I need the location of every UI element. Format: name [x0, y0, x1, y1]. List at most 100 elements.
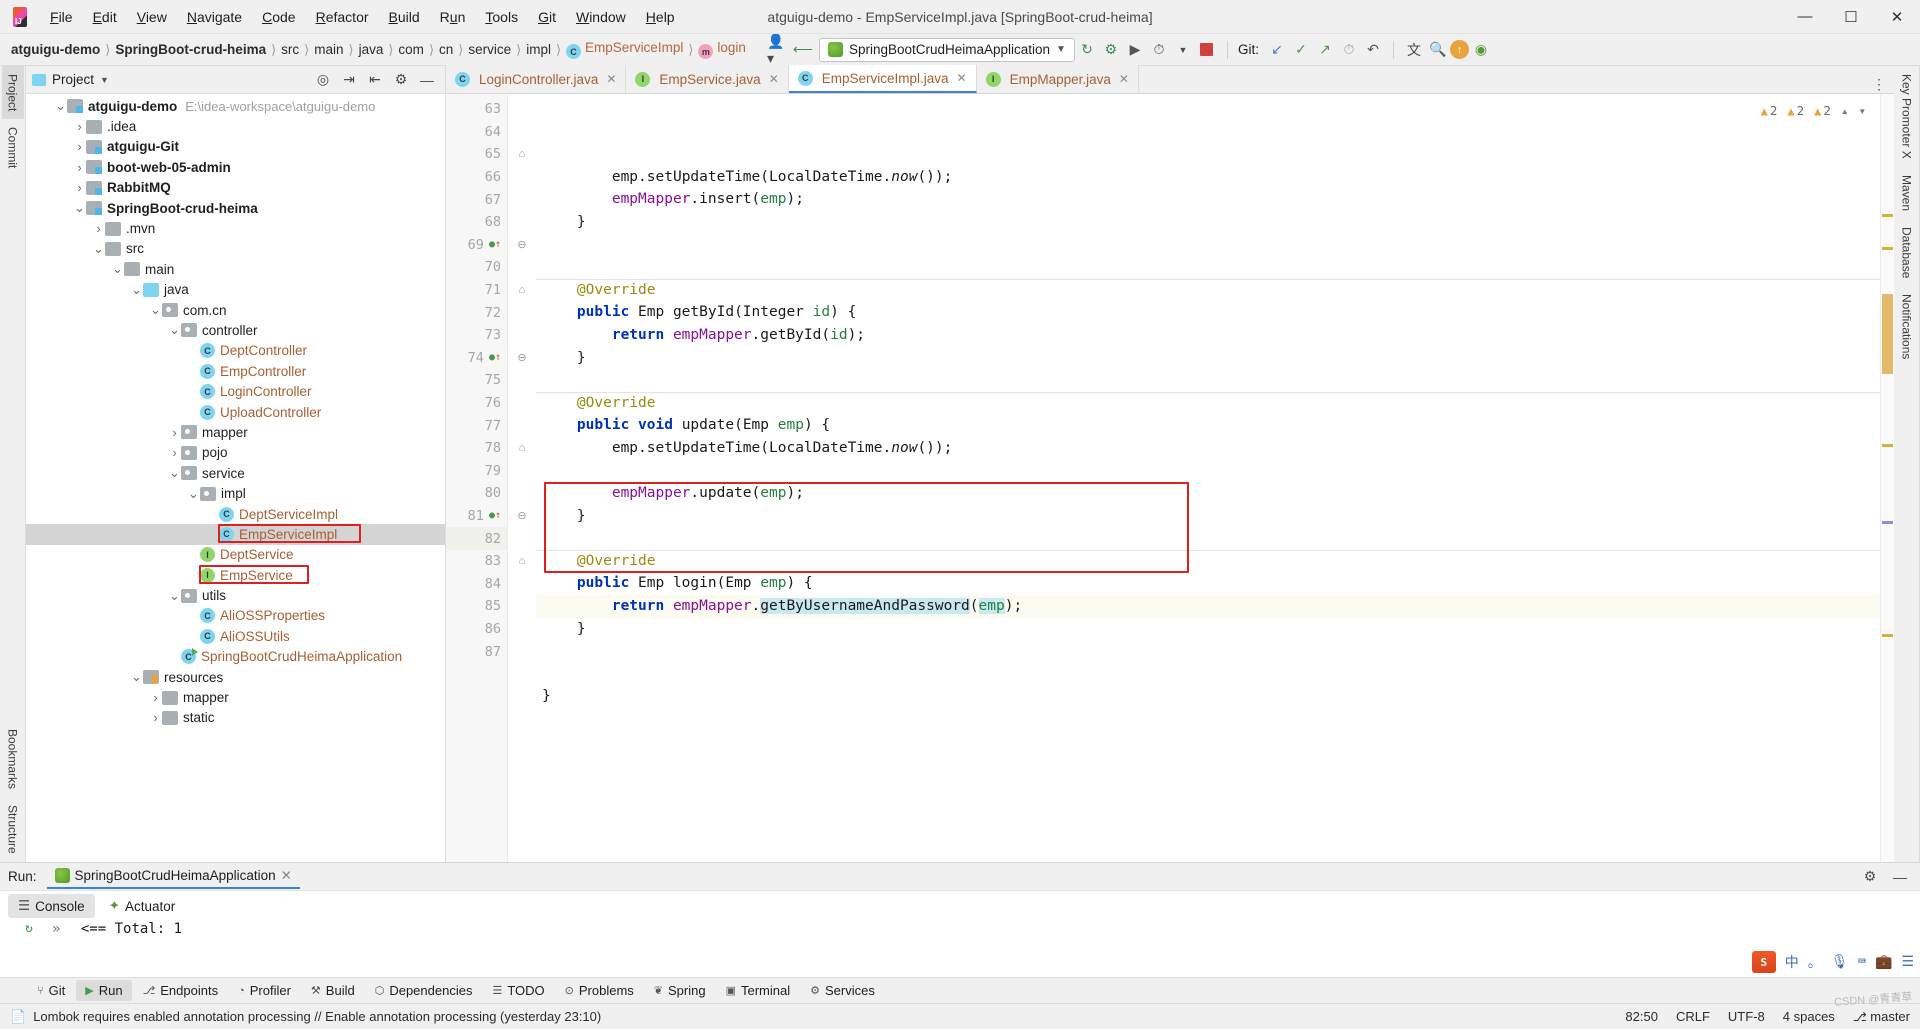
code-line[interactable]: }	[536, 211, 1880, 234]
bottom-tab-services[interactable]: ⚙ Services	[801, 980, 884, 1001]
close-icon[interactable]: ✕	[281, 868, 292, 884]
indent-setting[interactable]: 4 spaces	[1783, 1009, 1835, 1024]
bottom-tool-bar[interactable]: ⑂ Git ▶ Run ⎇ Endpoints ◔ Profiler ⚒ Build ⬡ Depend…	[0, 977, 1920, 1003]
line-number[interactable]: 64	[446, 121, 507, 144]
code-line[interactable]: emp.setUpdateTime(LocalDateTime.now());	[536, 437, 1880, 460]
git-branch[interactable]: ⎇ master	[1853, 1009, 1910, 1024]
more-options-icon[interactable]: ⋮	[1872, 76, 1886, 93]
chevron-down-icon[interactable]: ⌄	[92, 241, 105, 257]
menu-build[interactable]: Build	[379, 5, 430, 29]
code-line[interactable]: }	[536, 505, 1880, 528]
override-marker-icon[interactable]: ●↑	[489, 510, 501, 521]
code-line[interactable]: @Override	[536, 278, 1880, 302]
chevron-down-icon[interactable]: ⌄	[130, 282, 143, 298]
system-tray[interactable]: S 中 。 🎙 ⌨ 💼 ☰	[1751, 951, 1914, 973]
inspection-summary[interactable]: ▲ 2 ▲ 2 ▲ 2 ▴ ▾	[1761, 100, 1866, 123]
line-number[interactable]: 71	[446, 279, 507, 302]
code-line[interactable]: public void update(Emp emp) {	[536, 414, 1880, 437]
tree-item-com-cn[interactable]: ⌄ com.cn	[26, 300, 445, 320]
line-number[interactable]: 81 ●↑	[446, 505, 507, 528]
code-fold-icon[interactable]: ⊖	[508, 347, 536, 370]
code-fold-icon[interactable]: ⊖	[508, 234, 536, 257]
line-number[interactable]: 86	[446, 618, 507, 641]
translate-icon[interactable]: 文	[1402, 38, 1426, 62]
toolbox-icon[interactable]: 💼	[1875, 954, 1892, 970]
code-line[interactable]	[536, 369, 1880, 392]
code-line[interactable]	[536, 663, 1880, 686]
chevron-down-icon[interactable]: ⌄	[187, 486, 200, 502]
hide-panel-icon[interactable]: —	[415, 68, 439, 92]
close-button[interactable]: ✕	[1874, 0, 1920, 33]
tree-item-static[interactable]: › static	[26, 708, 445, 728]
chevron-down-icon[interactable]: ⌄	[111, 261, 124, 277]
chevron-down-icon[interactable]: ⌄	[73, 200, 86, 216]
tree-item-main[interactable]: ⌄ main	[26, 259, 445, 279]
tree-item-springbootcrudheimaapplication[interactable]: C SpringBootCrudHeimaApplication	[26, 647, 445, 667]
editor-tab-empserviceimpl[interactable]: C EmpServiceImpl.java ✕	[788, 65, 977, 93]
ime-icon[interactable]: S	[1751, 951, 1776, 973]
run-configuration-selector[interactable]: SpringBootCrudHeimaApplication ▼	[818, 37, 1075, 62]
rail-button-key-promoter[interactable]: Key Promoter X	[1896, 66, 1918, 167]
chevron-down-icon[interactable]: ▼	[1056, 44, 1066, 55]
run-with-coverage-button[interactable]: ▶	[1123, 38, 1147, 62]
code-fold-icon[interactable]: ⌂	[508, 550, 536, 573]
line-number[interactable]: 78	[446, 437, 507, 460]
menu-run[interactable]: Run	[430, 5, 476, 29]
chevron-right-icon[interactable]: ›	[73, 180, 86, 195]
code-line[interactable]: public Emp getById(Integer id) {	[536, 301, 1880, 324]
breadcrumb-item-project[interactable]: atguigu-demo	[8, 40, 103, 59]
rail-button-bookmarks[interactable]: Bookmarks	[2, 721, 24, 797]
tab-actuator[interactable]: ✦ Actuator	[99, 894, 186, 918]
minimize-button[interactable]: —	[1782, 0, 1828, 33]
tree-item-atguigu-demo[interactable]: ⌄ atguigu-demo E:\idea-workspace\atguigu-d…	[26, 96, 445, 116]
tree-item-aliossproperties[interactable]: C AliOSSProperties	[26, 606, 445, 626]
editor-marker-bar[interactable]	[1880, 94, 1894, 862]
rail-button-maven[interactable]: Maven	[1896, 167, 1918, 219]
line-number[interactable]: 72	[446, 301, 507, 324]
close-icon[interactable]: ✕	[606, 72, 616, 86]
debug-button[interactable]: ⚙	[1099, 38, 1123, 62]
tree-item-java[interactable]: ⌄ java	[26, 280, 445, 300]
profile-button[interactable]: ⏱	[1147, 38, 1171, 62]
stop-button[interactable]	[1195, 38, 1219, 62]
close-icon[interactable]: ✕	[769, 72, 779, 86]
git-history-icon[interactable]: ⏱	[1337, 38, 1361, 62]
rail-button-notifications[interactable]: Notifications	[1896, 286, 1918, 367]
menu-bar[interactable]: File Edit View Navigate Code Refactor Bu…	[40, 0, 685, 33]
bottom-tab-run[interactable]: ▶ Run	[76, 980, 132, 1001]
tree-item-pojo[interactable]: › pojo	[26, 443, 445, 463]
code-line[interactable]: }	[536, 618, 1880, 641]
chevron-right-icon[interactable]: ›	[73, 119, 86, 134]
chevron-down-icon[interactable]: ⌄	[168, 588, 181, 604]
settings-gear-icon[interactable]: ⚙	[389, 68, 413, 92]
override-marker-icon[interactable]: ●↑	[489, 352, 501, 363]
code-line[interactable]: public Emp login(Emp emp) {	[536, 572, 1880, 595]
editor-line-number-gutter[interactable]: 63 64 65 66 67 68 69 ●↑ 70 71 72 73 74 ●↑ 75 76 77 78 79 80…	[446, 94, 521, 862]
git-update-icon[interactable]: ↙	[1265, 38, 1289, 62]
code-line[interactable]	[536, 527, 1880, 550]
run-sub-tabs[interactable]: ☰ Console ✦ Actuator	[0, 891, 1920, 921]
chevron-right-icon[interactable]: ›	[168, 445, 181, 460]
line-number[interactable]: 83	[446, 550, 507, 573]
chevron-down-icon[interactable]: ⌄	[168, 322, 181, 338]
code-line[interactable]: @Override	[536, 549, 1880, 573]
bottom-tab-dependencies[interactable]: ⬡ Dependencies	[366, 980, 482, 1001]
line-number[interactable]: 79	[446, 460, 507, 483]
breadcrumb-item-class[interactable]: C EmpServiceImpl	[563, 38, 686, 62]
chevron-right-icon[interactable]: ›	[73, 139, 86, 154]
tree-item-src[interactable]: ⌄ src	[26, 239, 445, 259]
line-number[interactable]: 74 ●↑	[446, 347, 507, 370]
run-button[interactable]: ↻	[1075, 38, 1099, 62]
code-fold-icon[interactable]: ⌂	[508, 143, 536, 166]
git-push-icon[interactable]: ↗	[1313, 38, 1337, 62]
line-number[interactable]: 65	[446, 143, 507, 166]
run-config-tab[interactable]: SpringBootCrudHeimaApplication ✕	[46, 865, 300, 889]
line-number[interactable]: 70	[446, 256, 507, 279]
menu-help[interactable]: Help	[636, 5, 685, 29]
editor-tab-logincontroller[interactable]: C LoginController.java ✕	[446, 65, 627, 93]
line-number[interactable]: 80	[446, 482, 507, 505]
line-number[interactable]: 69 ●↑	[446, 234, 507, 257]
editor-fold-gutter[interactable]: ⌂ ⊖ ⌂ ⊖ ⌂ ⊖ ⌂	[508, 94, 536, 862]
status-message[interactable]: Lombok requires enabled annotation proce…	[33, 1009, 601, 1024]
tree-item-boot-web-05-admin[interactable]: › boot-web-05-admin	[26, 157, 445, 177]
